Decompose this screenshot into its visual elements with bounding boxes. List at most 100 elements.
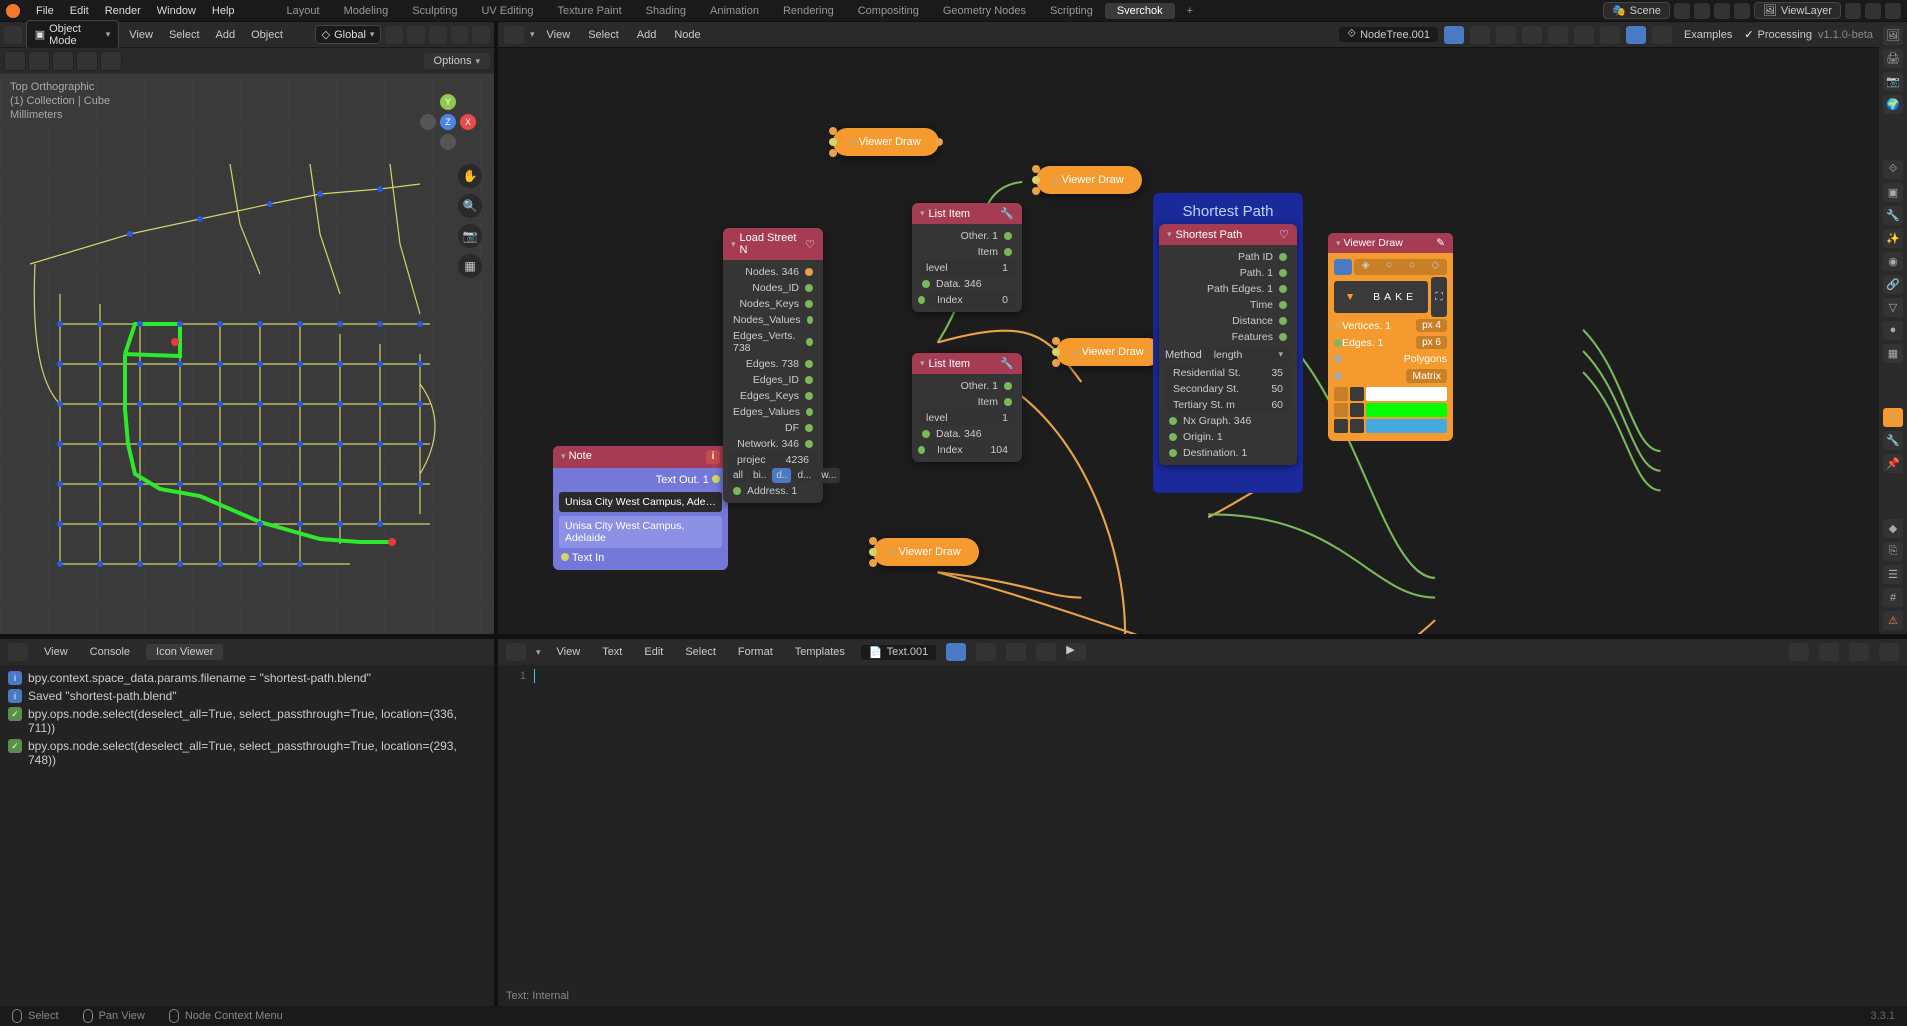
node-menu-view[interactable]: View [541, 27, 577, 43]
text-name-selector[interactable]: 📄 Text.001 [861, 645, 936, 660]
viewlayer-copy-icon[interactable] [1845, 3, 1861, 19]
tree-close-icon[interactable] [1522, 26, 1542, 44]
prop-render-icon[interactable]: 🖼 [1883, 26, 1903, 45]
console-tab-iconviewer[interactable]: Icon Viewer [146, 644, 223, 660]
text-format[interactable]: Format [732, 644, 779, 660]
text-wrap-icon[interactable] [1819, 643, 1839, 661]
prop-material-icon[interactable]: ● [1883, 321, 1903, 340]
pivot-icon[interactable] [385, 26, 403, 44]
tree-unlink-icon[interactable] [1496, 26, 1516, 44]
node-menu-node[interactable]: Node [668, 27, 706, 43]
li2-level-field[interactable]: level1 [918, 410, 1016, 426]
node-highlight-icon[interactable] [1626, 26, 1646, 44]
sp-secondary-field[interactable]: Secondary St.50 [1165, 381, 1291, 397]
scene-new-icon[interactable] [1714, 3, 1730, 19]
vdraw-mode-4[interactable]: ◇ [1424, 259, 1447, 275]
cursor-tool-icon[interactable] [4, 51, 26, 71]
node-editor-type-icon[interactable] [504, 26, 524, 44]
zoom-icon[interactable]: 🔍 [458, 194, 482, 218]
li1-level-field[interactable]: level1 [918, 260, 1016, 276]
li1-index-field[interactable]: Index0 [929, 292, 1016, 308]
scene-selector[interactable]: 🎭 Scene [1603, 2, 1670, 19]
node-extra-icon[interactable] [1652, 26, 1672, 44]
prop-particle-icon[interactable]: ✨ [1883, 229, 1903, 248]
vp-menu-view[interactable]: View [123, 27, 159, 43]
prop-hash-icon[interactable]: # [1883, 588, 1903, 607]
tab-anim[interactable]: Animation [698, 3, 771, 19]
text-text[interactable]: Text [596, 644, 628, 660]
node-viewer-draw-detail[interactable]: ▾ Viewer Draw ✎ ◈ ○ ○ ◇ [1328, 233, 1453, 441]
wrench-icon-2[interactable]: 🔧 [1000, 357, 1014, 370]
move-tool-icon[interactable] [52, 51, 74, 71]
prop-physics-icon[interactable]: ◉ [1883, 252, 1903, 271]
cr2-icon[interactable] [1350, 403, 1364, 417]
tab-sverchok[interactable]: Sverchok [1105, 3, 1175, 19]
viewlayer-new-icon[interactable] [1865, 3, 1881, 19]
heart-icon-2[interactable]: ♡ [1279, 228, 1289, 241]
note-text-field[interactable]: Unisa City West Campus, Adelai... [559, 492, 722, 512]
camera-icon[interactable]: 📷 [458, 224, 482, 248]
vp-menu-object[interactable]: Object [245, 27, 289, 43]
tab-rendering[interactable]: Rendering [771, 3, 846, 19]
tab-uv[interactable]: UV Editing [469, 3, 545, 19]
vdraw-edges-px[interactable]: px 6 [1416, 336, 1447, 349]
node-note[interactable]: ▾ Note i Text Out. 1 Unisa City West Cam… [553, 446, 728, 570]
node-canvas[interactable]: ▸ Viewer Draw ▸ Viewer Draw ▸ Viewer Dra… [498, 48, 1879, 634]
text-editor-type-icon[interactable] [506, 643, 526, 661]
console-editor-icon[interactable] [8, 643, 28, 661]
options-dropdown[interactable]: Options ▾ [424, 53, 490, 69]
cr3-toggle[interactable] [1334, 419, 1348, 433]
scene-del-icon[interactable] [1734, 3, 1750, 19]
viewport-canvas[interactable]: Top Orthographic (1) Collection | Cube M… [0, 74, 494, 634]
prop-scene-icon[interactable]: ⟐ [1883, 160, 1903, 179]
y-axis-icon[interactable]: Y [440, 94, 456, 110]
shortest-path-header[interactable]: ▾Shortest Path ♡ [1159, 224, 1297, 245]
node-snap-icon[interactable] [1574, 26, 1594, 44]
proportional-icon[interactable] [451, 26, 469, 44]
btn-w[interactable]: w... [817, 468, 840, 483]
prop-warning-icon[interactable]: ⚠ [1883, 611, 1903, 630]
vp-menu-select[interactable]: Select [163, 27, 206, 43]
text-run-icon[interactable]: ▶ [1066, 643, 1086, 661]
list-item-1-header[interactable]: ▾List Item 🔧 [912, 203, 1022, 224]
prop-pin-icon[interactable]: 📌 [1883, 454, 1903, 473]
note-info-icon[interactable]: i [706, 450, 720, 464]
axis-gizmo[interactable]: Y X Z [420, 94, 476, 150]
sp-tertiary-field[interactable]: Tertiary St. m60 [1165, 397, 1291, 413]
tab-layout[interactable]: Layout [275, 3, 332, 19]
node-tree-selector[interactable]: ⟐ NodeTree.001 [1339, 27, 1438, 42]
text-margin-icon[interactable] [1879, 643, 1899, 661]
neg-x-axis-icon[interactable] [420, 114, 436, 130]
tab-modeling[interactable]: Modeling [332, 3, 401, 19]
node-overlay-icon[interactable] [1600, 26, 1620, 44]
tab-sculpting[interactable]: Sculpting [400, 3, 469, 19]
frame-shortest-path[interactable]: Shortest Path ▾Shortest Path ♡ Path ID P… [1153, 193, 1303, 493]
cr1-icon[interactable] [1350, 387, 1364, 401]
node-shortest-path[interactable]: ▾Shortest Path ♡ Path ID Path. 1 Path Ed… [1159, 224, 1297, 465]
prop-texture-icon[interactable]: ▦ [1883, 344, 1903, 363]
text-edit[interactable]: Edit [638, 644, 669, 660]
text-lineno-icon[interactable] [1789, 643, 1809, 661]
sp-residential-field[interactable]: Residential St.35 [1165, 365, 1291, 381]
btn-bi[interactable]: bi.. [749, 468, 770, 483]
tree-copy-icon[interactable] [1470, 26, 1490, 44]
btn-all[interactable]: all [729, 468, 747, 483]
prop-sverchok-icon[interactable]: ⟐ [1883, 408, 1903, 427]
btn-d[interactable]: d.. [772, 468, 791, 483]
vdraw-mode-3[interactable]: ○ [1401, 259, 1424, 275]
cr2-swatch[interactable] [1366, 403, 1447, 417]
snap-icon[interactable] [407, 26, 425, 44]
z-axis-icon[interactable]: Z [440, 114, 456, 130]
proportional-type-icon[interactable] [472, 26, 490, 44]
projec-field[interactable]: projec4236 [729, 452, 817, 468]
text-copy-icon[interactable] [976, 643, 996, 661]
tab-compositing[interactable]: Compositing [846, 3, 931, 19]
menu-render[interactable]: Render [97, 5, 149, 17]
prop-wrench-icon[interactable]: 🔧 [1883, 431, 1903, 450]
vdraw-mode-1[interactable]: ◈ [1354, 259, 1377, 275]
node-menu-add[interactable]: Add [631, 27, 663, 43]
text-body[interactable]: 1 Text: Internal [498, 665, 1907, 1006]
pencil-icon[interactable]: ✎ [1436, 237, 1445, 249]
cr3-swatch[interactable] [1366, 419, 1447, 433]
object-mode-selector[interactable]: ▣ Object Mode ▾ [26, 20, 120, 50]
